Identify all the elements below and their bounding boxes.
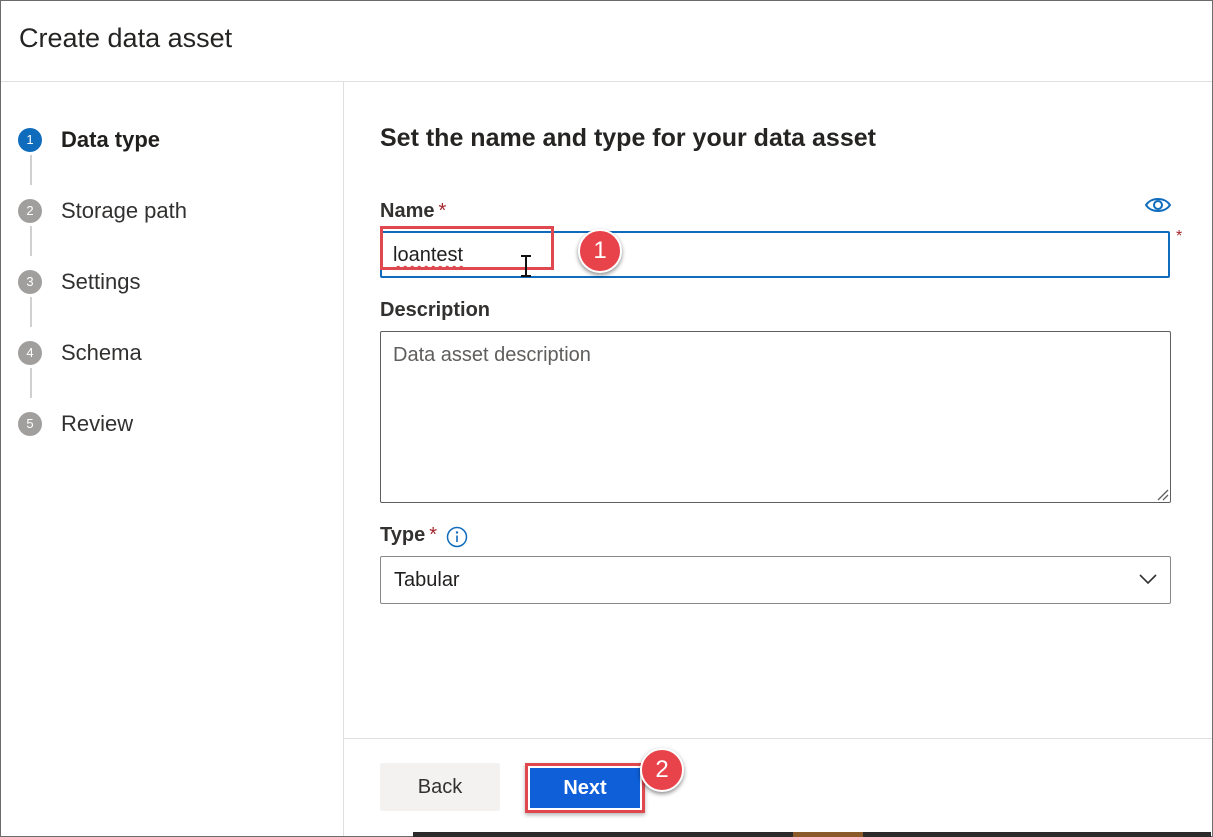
- info-icon[interactable]: [446, 526, 468, 548]
- back-button[interactable]: Back: [380, 763, 500, 811]
- name-input-value: loantest: [393, 244, 464, 266]
- required-mark: *: [438, 200, 447, 222]
- step-label: Data type: [61, 127, 161, 152]
- step-label: Review: [61, 411, 134, 436]
- step-connector: [30, 368, 32, 398]
- step-label: Storage path: [61, 198, 187, 223]
- step-storage-path[interactable]: 2 Storage path: [18, 192, 338, 223]
- name-input[interactable]: [380, 231, 1170, 278]
- step-badge-2: 2: [640, 748, 684, 792]
- step-schema[interactable]: 4 Schema: [18, 334, 338, 365]
- step-number: 2: [18, 199, 42, 223]
- next-button[interactable]: Next: [530, 768, 640, 808]
- step-badge-1: 1: [578, 229, 622, 273]
- dialog-footer: Back Next 2: [344, 738, 1212, 837]
- step-number: 1: [18, 128, 42, 152]
- step-number: 3: [18, 270, 42, 294]
- eye-icon[interactable]: [1144, 195, 1172, 215]
- chevron-down-icon: [1139, 574, 1157, 585]
- resize-grip-icon[interactable]: [1155, 487, 1169, 501]
- create-data-asset-dialog: Create data asset 1 Data type 2 Storage …: [0, 0, 1213, 837]
- description-textarea[interactable]: [380, 331, 1171, 503]
- step-connector: [30, 155, 32, 185]
- dialog-title: Create data asset: [19, 23, 233, 53]
- step-number: 5: [18, 412, 42, 436]
- type-selected-value: Tabular: [394, 569, 460, 591]
- name-label: Name *: [380, 200, 446, 223]
- type-label-text: Type: [380, 524, 426, 546]
- step-number: 4: [18, 341, 42, 365]
- step-settings[interactable]: 3 Settings: [18, 263, 338, 294]
- taskbar-accent: [793, 832, 863, 837]
- step-connector: [30, 226, 32, 256]
- step-data-type[interactable]: 1 Data type: [18, 121, 338, 152]
- section-title: Set the name and type for your data asse…: [380, 124, 876, 152]
- description-label: Description: [380, 299, 491, 321]
- type-dropdown[interactable]: Tabular: [380, 556, 1171, 604]
- form-panel: Set the name and type for your data asse…: [344, 82, 1212, 738]
- step-review[interactable]: 5 Review: [18, 405, 338, 436]
- text-cursor-icon: [521, 255, 531, 277]
- name-label-text: Name: [380, 200, 435, 222]
- next-highlight-box: Next: [525, 763, 645, 813]
- required-mark: *: [429, 524, 437, 546]
- wizard-steps: 1 Data type 2 Storage path 3 Settings 4 …: [1, 82, 344, 836]
- step-connector: [30, 297, 32, 327]
- required-indicator: *: [1176, 228, 1183, 245]
- type-label: Type *: [380, 524, 437, 547]
- step-label: Schema: [61, 340, 142, 365]
- dialog-header: Create data asset: [1, 1, 1212, 82]
- step-label: Settings: [61, 269, 141, 294]
